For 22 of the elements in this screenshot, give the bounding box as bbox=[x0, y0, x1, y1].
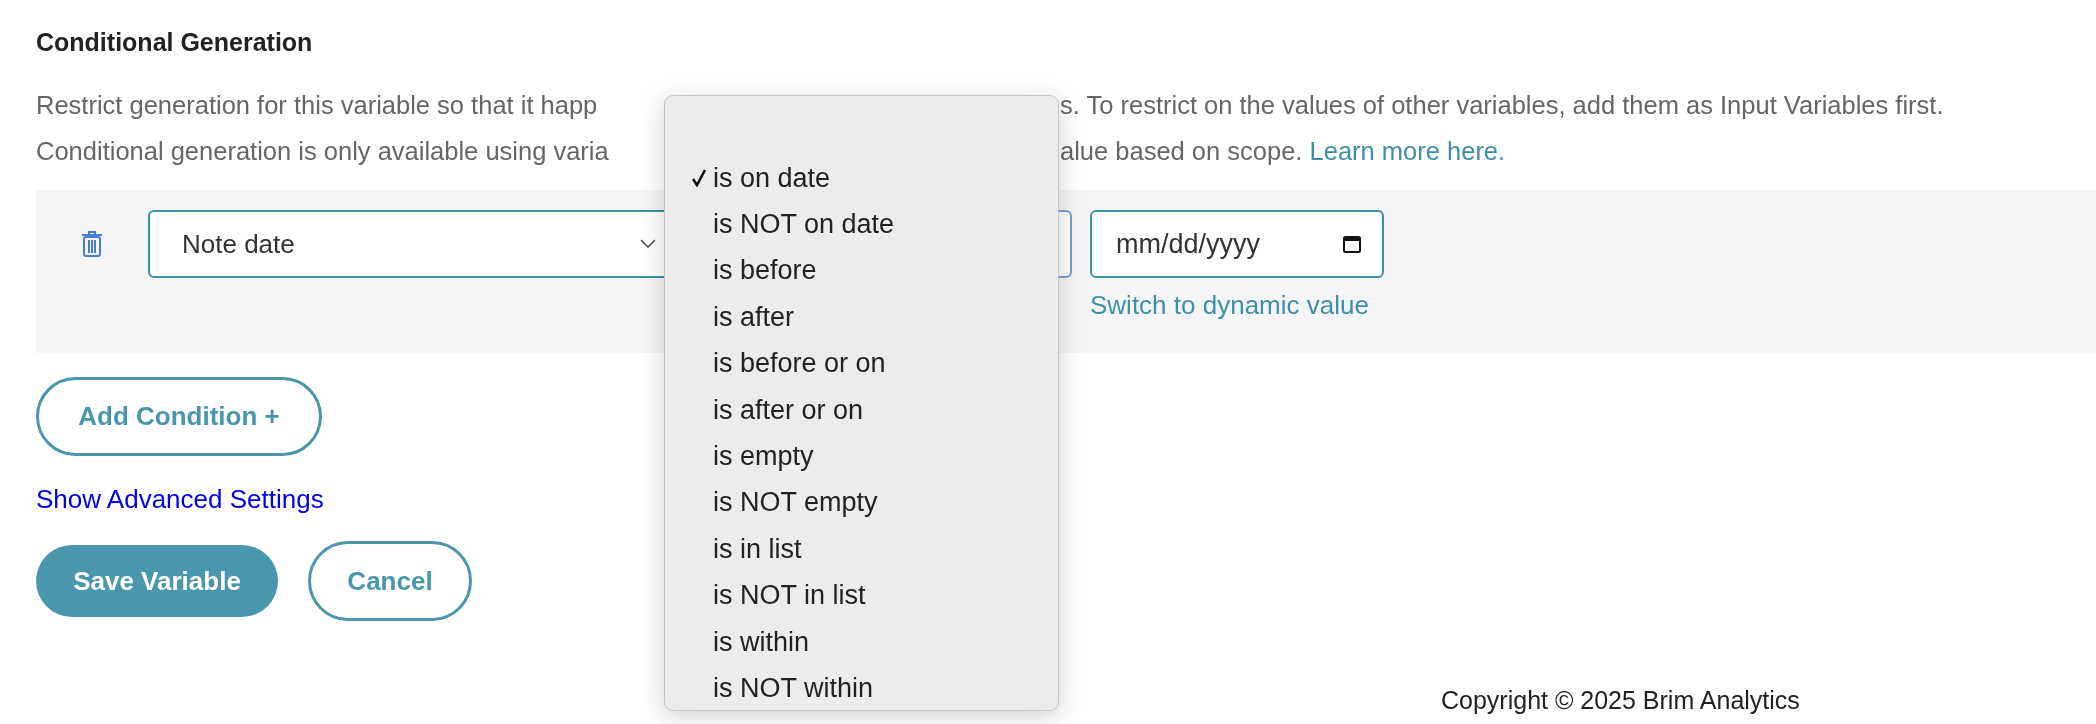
chevron-icon bbox=[640, 239, 656, 249]
calendar-icon[interactable] bbox=[1342, 234, 1362, 254]
menu-item[interactable]: is NOT in list bbox=[665, 572, 1058, 619]
menu-item[interactable]: is before or on bbox=[665, 340, 1058, 387]
description-text: Conditional generation is only available using varia bbox=[36, 136, 610, 167]
menu-item[interactable]: is on date bbox=[665, 155, 1058, 202]
menu-item[interactable]: is within bbox=[665, 618, 1058, 666]
description-text: s. To restrict on the values of other variables, add them as Input Variables first. bbox=[1060, 91, 1944, 119]
learn-more-link[interactable]: Learn more here. bbox=[1309, 137, 1506, 165]
menu-item[interactable]: is after or on bbox=[665, 386, 1058, 434]
menu-item[interactable]: is empty bbox=[665, 433, 1058, 480]
trash-icon[interactable] bbox=[81, 230, 103, 258]
menu-item[interactable]: is in list bbox=[665, 526, 1058, 573]
description-text: alue based on scope. bbox=[1060, 137, 1303, 165]
copyright-text: Copyright © 2025 Brim Analytics bbox=[1441, 686, 1800, 715]
menu-item[interactable]: is NOT within bbox=[665, 665, 1058, 712]
menu-item[interactable]: is NOT empty bbox=[665, 479, 1058, 527]
menu-item[interactable]: is after bbox=[665, 294, 1058, 341]
description-text: Restrict generation for this variable so that it happ bbox=[36, 90, 599, 121]
section-title: Conditional Generation bbox=[36, 27, 314, 58]
advanced-settings-link[interactable]: Show Advanced Settings bbox=[36, 484, 324, 515]
date-field[interactable]: mm/dd/yyyy bbox=[1090, 210, 1384, 278]
